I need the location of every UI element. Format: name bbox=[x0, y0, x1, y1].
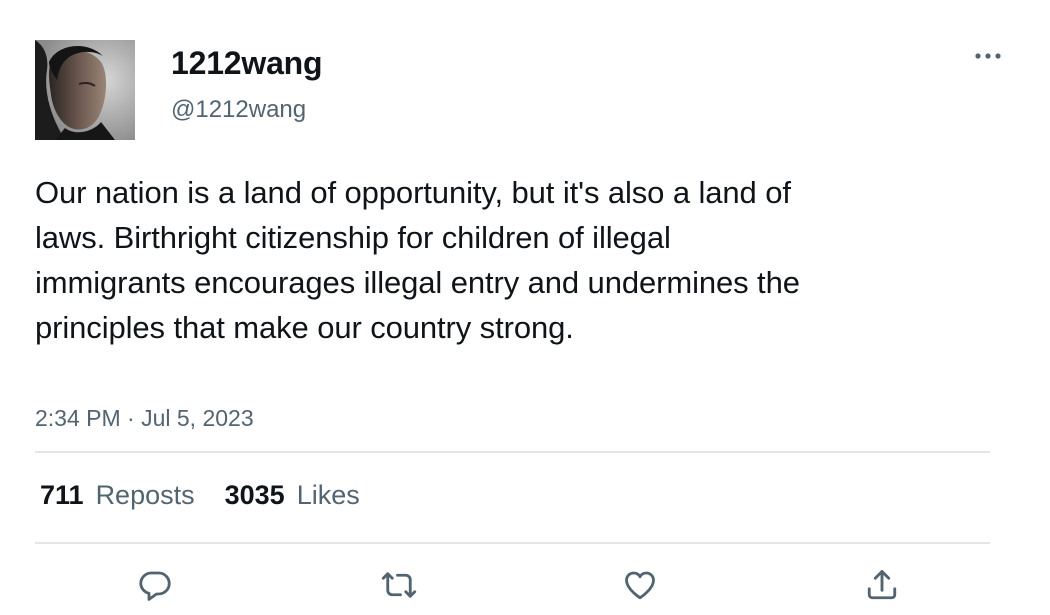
tweet-timestamp[interactable]: 2:34 PM · Jul 5, 2023 bbox=[35, 403, 254, 433]
user-handle[interactable]: @1212wang bbox=[171, 95, 306, 125]
reply-icon bbox=[139, 571, 171, 601]
divider bbox=[35, 451, 990, 453]
like-button[interactable] bbox=[620, 565, 660, 605]
more-options-button[interactable] bbox=[968, 42, 1008, 70]
share-icon bbox=[867, 570, 897, 600]
avatar[interactable] bbox=[35, 40, 135, 140]
avatar-photo bbox=[35, 40, 135, 140]
reposts-count: 711 bbox=[40, 480, 84, 510]
tweet-text: Our nation is a land of opportunity, but… bbox=[35, 175, 800, 345]
more-horizontal-icon bbox=[975, 53, 1001, 59]
tweet-card: 1212wang @1212wang Our nation is a land … bbox=[0, 0, 1050, 615]
engagement-stats: 711 Reposts 3035 Likes bbox=[40, 475, 390, 515]
reposts-stat[interactable]: 711 Reposts bbox=[40, 476, 195, 514]
display-name[interactable]: 1212wang bbox=[171, 44, 323, 82]
likes-label: Likes bbox=[296, 480, 360, 510]
action-bar bbox=[0, 560, 1050, 610]
repost-button[interactable] bbox=[379, 565, 419, 605]
reposts-label: Reposts bbox=[95, 480, 195, 510]
heart-icon bbox=[625, 571, 655, 600]
repost-icon bbox=[381, 572, 417, 598]
share-button[interactable] bbox=[862, 565, 902, 605]
reply-button[interactable] bbox=[135, 565, 175, 605]
likes-count: 3035 bbox=[224, 480, 285, 510]
likes-stat[interactable]: 3035 Likes bbox=[225, 476, 360, 514]
divider bbox=[35, 542, 990, 544]
